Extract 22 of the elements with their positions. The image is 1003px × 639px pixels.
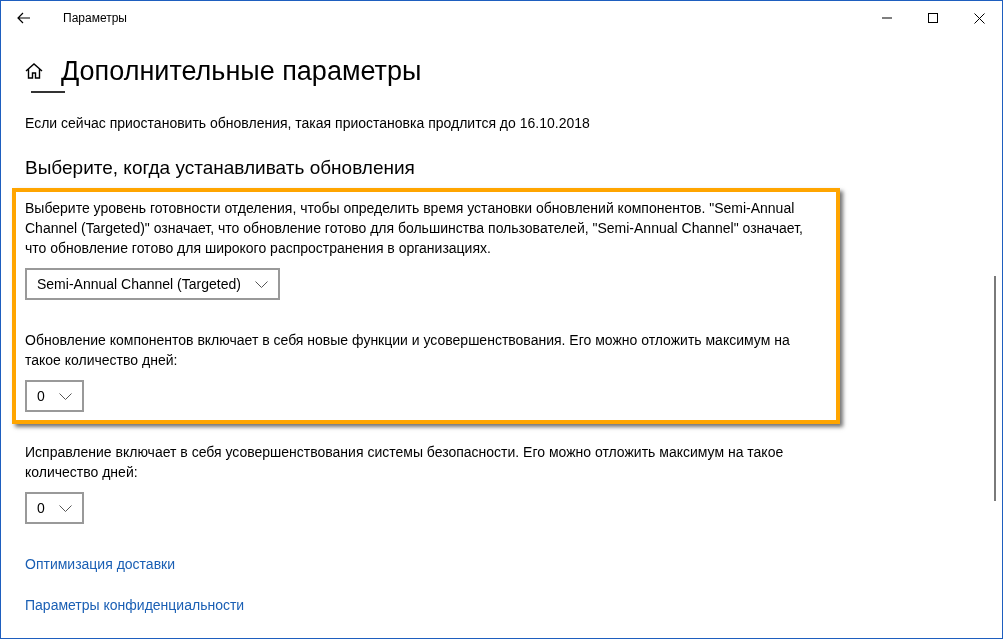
dropdown[interactable]: Semi-Annual Channel (Targeted) [25,268,280,301]
window-title: Параметры [63,10,127,27]
minimize-icon [882,17,892,19]
settings-link[interactable]: Параметры конфиденциальности [25,595,245,617]
pause-note: Если сейчас приостановить обновления, такая приостановка продлится до 16.10.2018 [25,114,591,134]
chevron-down-icon [58,392,72,400]
maximize-icon [928,13,938,23]
close-icon [973,12,985,24]
chevron-down-icon [254,280,268,288]
dropdown[interactable]: 0 [25,492,84,525]
back-arrow-icon [17,12,31,24]
nav-underline [31,91,65,94]
home-icon[interactable] [25,62,43,81]
section-title: Выберите, когда устанавливать обновления [25,157,416,181]
setting-description: Обновление компонентов включает в себя новые функции и усовершенствования. Его можно отложить максимум на такое количество дней: [25,331,791,371]
chevron-down-icon [58,504,72,512]
settings-link[interactable]: Оптимизация доставки [25,554,176,576]
setting-description: Выберите уровень готовности отделения, чтобы определить время установки обновлений компонентов. "Semi-Annual Channel (Targeted)" означает, что обновление готово для большинства пользователей, "Semi-Annual Channel" означает, что обновление готово для широкого распространения в организациях. [25,199,804,259]
scrollbar[interactable] [994,276,996,501]
setting-description: Исправление включает в себя усовершенствования системы безопасности. Его можно отложить максимум на такое количество дней: [25,443,785,483]
page-title: Дополнительные параметры [61,55,422,88]
dropdown[interactable]: 0 [25,380,84,413]
